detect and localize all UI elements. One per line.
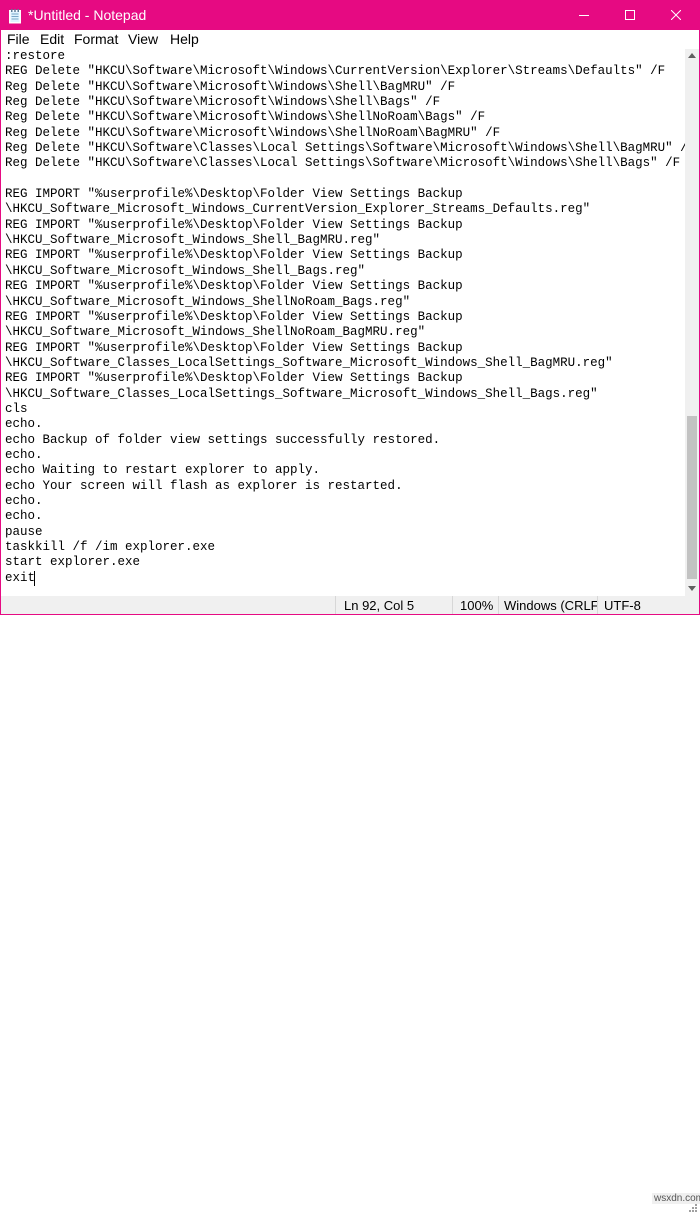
title-bar[interactable]: *Untitled - Notepad bbox=[1, 1, 699, 30]
vertical-scrollbar[interactable] bbox=[685, 49, 699, 596]
menu-view[interactable]: View bbox=[128, 31, 158, 48]
resize-grip-icon[interactable] bbox=[687, 1202, 697, 1212]
menu-edit[interactable]: Edit bbox=[40, 31, 64, 48]
menu-bar: File Edit Format View Help bbox=[1, 30, 699, 49]
minimize-button[interactable] bbox=[561, 1, 607, 30]
text-editor[interactable]: :restore REG Delete "HKCU\Software\Micro… bbox=[1, 49, 685, 596]
close-button[interactable] bbox=[653, 1, 699, 30]
status-divider bbox=[597, 596, 598, 614]
status-divider bbox=[335, 596, 336, 614]
status-bar: Ln 92, Col 5 100% Windows (CRLF UTF-8 ws… bbox=[1, 596, 700, 1212]
encoding: UTF-8 bbox=[604, 598, 641, 613]
menu-format[interactable]: Format bbox=[74, 31, 118, 48]
line-ending: Windows (CRLF bbox=[504, 598, 599, 613]
menu-help[interactable]: Help bbox=[170, 31, 199, 48]
zoom-level: 100% bbox=[460, 598, 494, 613]
notepad-window: *Untitled - Notepad File Edit Format Vie… bbox=[0, 0, 700, 1212]
status-divider bbox=[452, 596, 453, 614]
status-divider bbox=[498, 596, 499, 614]
cursor-position: Ln 92, Col 5 bbox=[344, 598, 415, 613]
notepad-icon[interactable] bbox=[7, 8, 23, 24]
text-caret bbox=[34, 571, 35, 586]
scrollbar-thumb[interactable] bbox=[687, 416, 697, 579]
scroll-down-arrow-icon[interactable] bbox=[688, 586, 696, 591]
editor-text[interactable]: :restore REG Delete "HKCU\Software\Micro… bbox=[1, 49, 685, 586]
scroll-up-arrow-icon[interactable] bbox=[688, 53, 696, 58]
maximize-icon bbox=[625, 10, 635, 20]
window-title: *Untitled - Notepad bbox=[28, 7, 147, 23]
close-icon bbox=[671, 10, 681, 20]
menu-file[interactable]: File bbox=[7, 31, 30, 48]
minimize-icon bbox=[579, 15, 589, 16]
maximize-button[interactable] bbox=[607, 1, 653, 30]
